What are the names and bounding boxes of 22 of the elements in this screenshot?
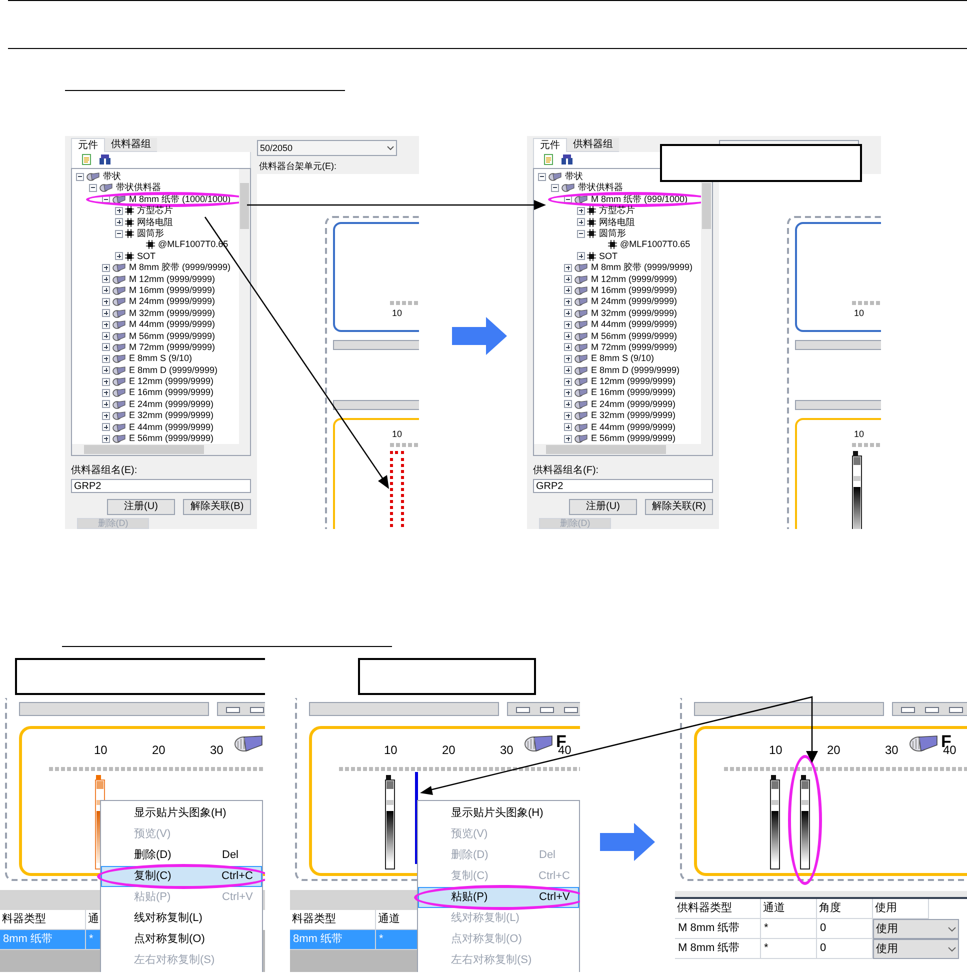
ruler-label: 10: [94, 744, 108, 756]
ruler-label: 30: [885, 744, 900, 756]
rack-unit-label: 供料器台架单元(E):: [259, 162, 338, 171]
ruler-label: 10: [384, 744, 398, 756]
ruler-label: 30: [500, 744, 514, 756]
group-name-label: 供料器组名(E):: [71, 466, 138, 476]
table-cell: *: [761, 939, 817, 959]
ruler-label: 10: [392, 430, 402, 439]
ruler-label: 20: [152, 744, 166, 756]
ruler-label: 30: [210, 744, 224, 756]
ruler-label: 40: [558, 744, 572, 756]
ruler-label: 20: [442, 744, 456, 756]
ruler-label: 10: [769, 744, 784, 756]
table-cell: 8mm 纸带: [290, 930, 376, 950]
ruler-label: 10: [392, 309, 402, 318]
ruler-label: 10: [854, 430, 864, 439]
ruler-label: 10: [854, 309, 864, 318]
table-cell: M 8mm 纸带: [675, 939, 761, 959]
ruler-label: 20: [827, 744, 842, 756]
group-name-label: 供料器组名(F):: [533, 466, 600, 476]
ruler-label: 40: [943, 744, 958, 756]
table-cell: 8mm 纸带: [0, 930, 86, 950]
